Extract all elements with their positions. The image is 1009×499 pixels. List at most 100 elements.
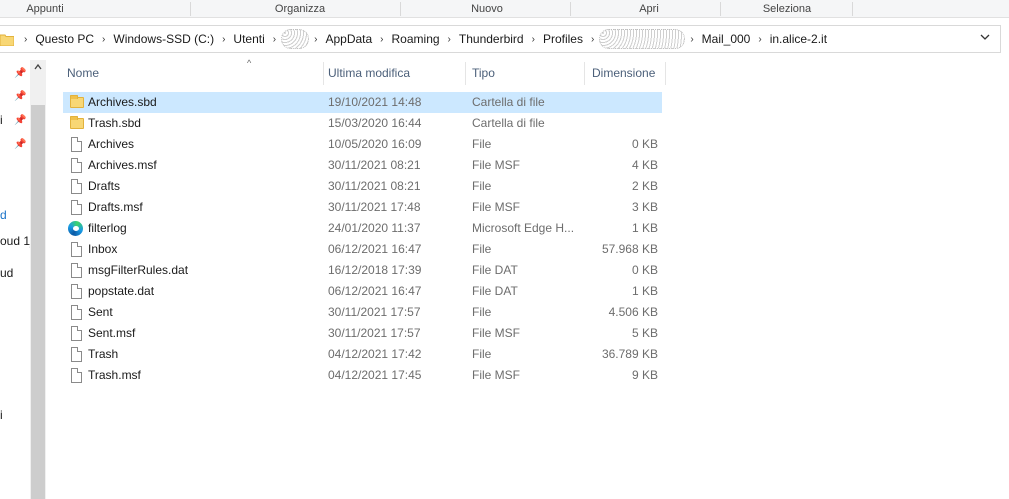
pin-icon[interactable]: 📌 bbox=[14, 115, 26, 127]
file-row[interactable]: Drafts.msf 30/11/2021 17:48 File MSF 3 KB bbox=[63, 197, 662, 218]
ribbon-separator bbox=[400, 2, 401, 16]
breadcrumb-separator[interactable]: › bbox=[753, 34, 766, 45]
breadcrumb-this-pc[interactable]: Questo PC bbox=[32, 26, 97, 52]
file-size: 4.506 KB bbox=[608, 305, 658, 319]
breadcrumb-separator[interactable]: › bbox=[309, 34, 322, 45]
pin-icon[interactable]: 📌 bbox=[14, 139, 26, 151]
ribbon-separator bbox=[570, 2, 571, 16]
file-row[interactable]: Sent.msf 30/11/2021 17:57 File MSF 5 KB bbox=[63, 323, 662, 344]
breadcrumb-separator[interactable]: › bbox=[685, 34, 698, 45]
breadcrumb-separator[interactable]: › bbox=[527, 34, 540, 45]
file-row[interactable]: Trash.sbd 15/03/2020 16:44 Cartella di fil… bbox=[63, 113, 662, 134]
address-bar[interactable]: › Questo PC › Windows-SSD (C:) › Utenti … bbox=[0, 25, 1001, 53]
file-modified: 30/11/2021 08:21 bbox=[328, 158, 421, 172]
pin-icon[interactable]: 📌 bbox=[14, 68, 26, 80]
file-name: Archives.msf bbox=[88, 158, 157, 172]
file-icon bbox=[71, 158, 82, 173]
breadcrumb-separator[interactable]: › bbox=[22, 34, 32, 45]
file-row[interactable]: filterlog 24/01/2020 11:37 Microsoft Edge … bbox=[63, 218, 662, 239]
file-size bbox=[588, 113, 658, 134]
breadcrumb-thunderbird[interactable]: Thunderbird bbox=[456, 26, 527, 52]
breadcrumb-separator[interactable]: › bbox=[375, 34, 388, 45]
pin-icon[interactable]: 📌 bbox=[14, 91, 26, 103]
file-modified: 15/03/2020 16:44 bbox=[328, 116, 422, 130]
file-modified: 10/05/2020 16:09 bbox=[328, 137, 422, 151]
breadcrumb-current-folder[interactable]: in.alice-2.it bbox=[767, 26, 830, 52]
ribbon-separator bbox=[720, 2, 721, 16]
ribbon-separator bbox=[852, 2, 853, 16]
scroll-up-icon[interactable] bbox=[30, 62, 46, 78]
file-row[interactable]: Archives 10/05/2020 16:09 File 0 KB bbox=[63, 134, 662, 155]
breadcrumb-profile-redacted[interactable] bbox=[599, 26, 686, 52]
file-row[interactable]: Inbox 06/12/2021 16:47 File 57.968 KB bbox=[63, 239, 662, 260]
folder-icon bbox=[70, 116, 84, 129]
file-type: File bbox=[472, 137, 492, 151]
file-modified: 30/11/2021 17:48 bbox=[328, 200, 421, 214]
file-icon bbox=[71, 284, 82, 299]
file-name: Sent.msf bbox=[88, 326, 136, 340]
ribbon-group-clipboard: Appunti bbox=[26, 3, 64, 15]
ribbon-group-labels: Appunti Organizza Nuovo Apri Seleziona bbox=[0, 0, 1009, 18]
breadcrumb-mail-000[interactable]: Mail_000 bbox=[699, 26, 754, 52]
file-modified: 16/12/2018 17:39 bbox=[328, 263, 422, 277]
breadcrumb-profiles[interactable]: Profiles bbox=[540, 26, 586, 52]
file-type: File DAT bbox=[472, 263, 518, 277]
nav-item-fragment[interactable]: i bbox=[0, 408, 3, 422]
file-icon bbox=[71, 200, 82, 215]
file-name: msgFilterRules.dat bbox=[88, 263, 189, 277]
ribbon-group-open: Apri bbox=[639, 3, 659, 15]
file-type: File DAT bbox=[472, 284, 518, 298]
file-type: File bbox=[472, 179, 492, 193]
file-icon bbox=[71, 347, 82, 362]
file-name: Drafts.msf bbox=[88, 200, 143, 214]
column-header-size[interactable]: Dimensione bbox=[588, 62, 666, 85]
file-row[interactable]: Drafts 30/11/2021 08:21 File 2 KB bbox=[63, 176, 662, 197]
file-row[interactable]: msgFilterRules.dat 16/12/2018 17:39 File D… bbox=[63, 260, 662, 281]
nav-item-fragment[interactable]: d bbox=[0, 208, 7, 222]
file-type: Cartella di file bbox=[472, 116, 545, 130]
file-name: Archives bbox=[88, 137, 135, 151]
nav-item-fragment[interactable]: i bbox=[0, 113, 3, 127]
breadcrumb-separator[interactable]: › bbox=[268, 34, 281, 45]
file-row[interactable]: Sent 30/11/2021 17:57 File 4.506 KB bbox=[63, 302, 662, 323]
file-type: File bbox=[472, 305, 492, 319]
column-header-modified[interactable]: Ultima modifica bbox=[324, 62, 466, 85]
breadcrumb-roaming[interactable]: Roaming bbox=[389, 26, 443, 52]
file-type: File MSF bbox=[472, 326, 520, 340]
file-modified: 04/12/2021 17:45 bbox=[328, 368, 422, 382]
breadcrumb-drive[interactable]: Windows-SSD (C:) bbox=[110, 26, 217, 52]
file-row[interactable]: Archives.msf 30/11/2021 08:21 File MSF 4 KB bbox=[63, 155, 662, 176]
edge-icon bbox=[68, 221, 83, 236]
breadcrumb-separator[interactable]: › bbox=[217, 34, 230, 45]
file-name: Archives.sbd bbox=[88, 95, 157, 109]
breadcrumb-separator[interactable]: › bbox=[97, 34, 110, 45]
file-modified: 06/12/2021 16:47 bbox=[328, 242, 422, 256]
chevron-down-icon[interactable] bbox=[976, 30, 994, 48]
nav-scrollbar-thumb[interactable] bbox=[31, 105, 45, 499]
file-icon bbox=[71, 305, 82, 320]
ribbon-group-select: Seleziona bbox=[762, 3, 812, 15]
folder-icon bbox=[0, 33, 15, 47]
breadcrumb-appdata[interactable]: AppData bbox=[322, 26, 375, 52]
nav-item-fragment[interactable]: ud bbox=[0, 266, 13, 280]
file-row[interactable]: Trash.msf 04/12/2021 17:45 File MSF 9 KB bbox=[63, 365, 662, 386]
file-row[interactable]: popstate.dat 06/12/2021 16:47 File DAT 1 KB bbox=[63, 281, 662, 302]
breadcrumb-users[interactable]: Utenti bbox=[230, 26, 267, 52]
file-type: File MSF bbox=[472, 200, 520, 214]
breadcrumb-separator[interactable]: › bbox=[443, 34, 456, 45]
file-size: 57.968 KB bbox=[601, 242, 658, 256]
ribbon-group-new: Nuovo bbox=[471, 3, 503, 15]
redacted-username bbox=[281, 29, 310, 49]
file-name: Trash.msf bbox=[88, 368, 141, 382]
column-header-name[interactable]: Nome bbox=[63, 62, 324, 85]
file-row[interactable]: Trash 04/12/2021 17:42 File 36.789 KB bbox=[63, 344, 662, 365]
breadcrumb-user-redacted[interactable] bbox=[281, 26, 310, 52]
file-row[interactable]: Archives.sbd 19/10/2021 14:48 Cartella di … bbox=[63, 92, 662, 113]
file-size: 2 KB bbox=[631, 179, 658, 193]
file-type: File bbox=[472, 347, 492, 361]
navigation-pane[interactable]: 📌 📌 i 📌 📌 d oud 1_ ud i bbox=[0, 60, 46, 499]
column-header-type[interactable]: Tipo bbox=[468, 62, 585, 85]
ribbon-separator bbox=[190, 2, 191, 16]
file-icon bbox=[71, 179, 82, 194]
breadcrumb-separator[interactable]: › bbox=[586, 34, 599, 45]
